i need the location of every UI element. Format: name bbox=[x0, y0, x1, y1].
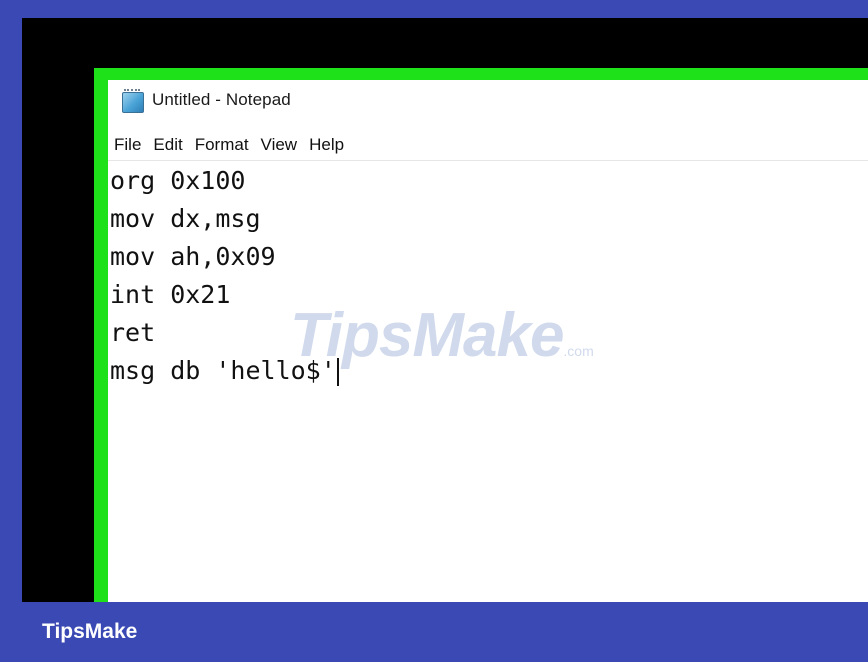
text-editor[interactable]: org 0x100 mov dx,msg mov ah,0x09 int 0x2… bbox=[108, 162, 868, 602]
menu-edit[interactable]: Edit bbox=[149, 131, 186, 159]
code-line: org 0x100 bbox=[110, 166, 246, 195]
title-bar: Untitled - Notepad bbox=[108, 80, 868, 120]
menu-bar: File Edit Format View Help bbox=[108, 130, 868, 161]
code-line: mov ah,0x09 bbox=[110, 242, 276, 271]
code-line: mov dx,msg bbox=[110, 204, 261, 233]
watermark-text: TipsMake bbox=[290, 301, 564, 370]
menu-file[interactable]: File bbox=[110, 131, 145, 159]
menu-format[interactable]: Format bbox=[191, 131, 253, 159]
watermark-suffix: .com bbox=[563, 343, 594, 359]
menu-help[interactable]: Help bbox=[305, 131, 348, 159]
watermark: TipsMake.com bbox=[290, 300, 594, 371]
footer-brand: TipsMake bbox=[42, 620, 138, 643]
menu-view[interactable]: View bbox=[257, 131, 302, 159]
window-title: Untitled - Notepad bbox=[152, 90, 291, 109]
notepad-icon bbox=[120, 89, 144, 113]
